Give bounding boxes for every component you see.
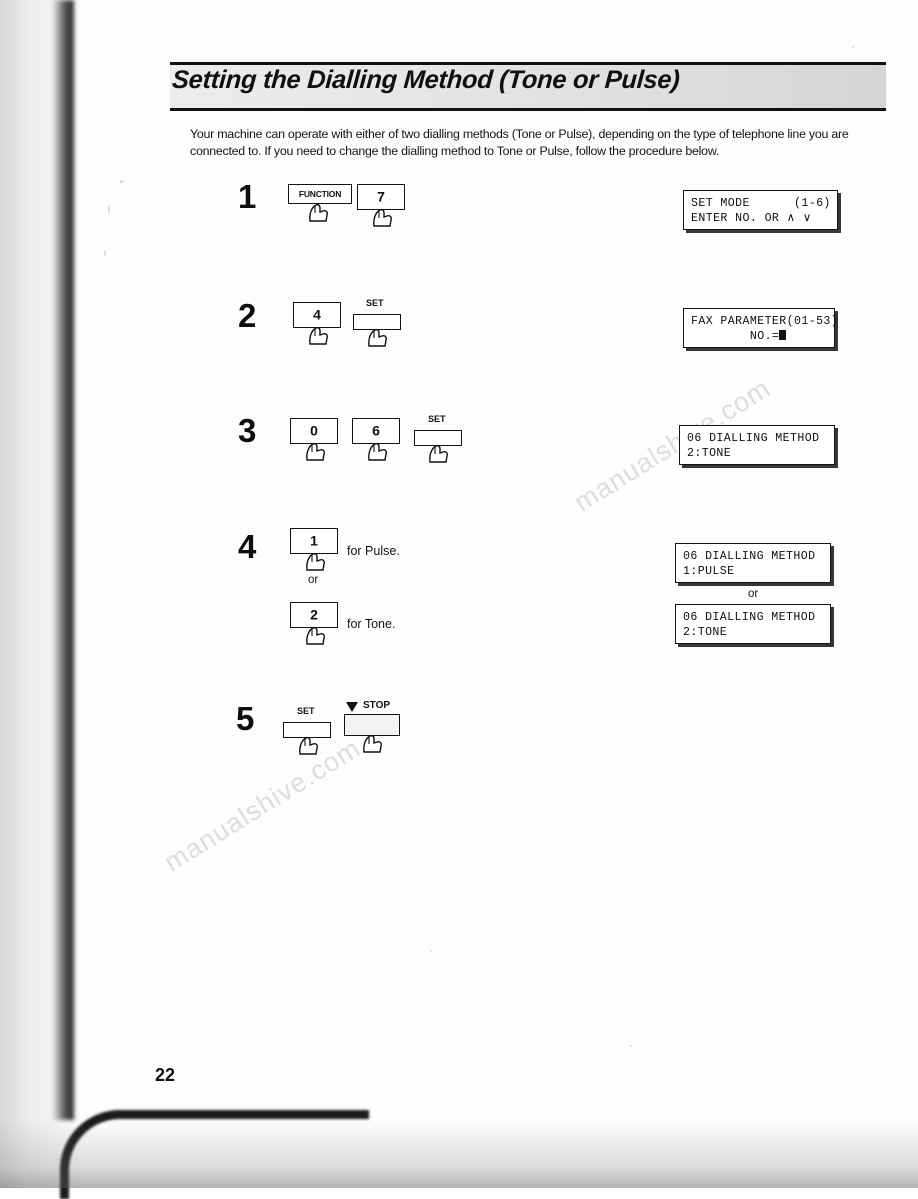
lcd-line-2: 1:PULSE [683,565,735,578]
step-number-1: 1 [238,178,257,215]
step-number-2: 2 [238,297,257,334]
cursor-block [779,330,787,340]
set-key-label: SET [428,414,446,424]
numeric-key-1-label: 1 [310,532,318,549]
scan-speck [108,205,110,214]
numeric-key-0-label: 0 [310,422,318,439]
title-rule-top [170,62,886,65]
scan-speck [852,46,854,48]
hand-pointer-icon [426,442,452,466]
step-number-5: 5 [236,700,255,737]
scanned-page: manualshive.com manualshive.com Setting … [0,0,918,1199]
caption-for-pulse: for Pulse. [347,544,400,558]
lcd-line-2: ENTER NO. OR ∧ ∨ [691,212,812,225]
function-key-label: FUNCTION [298,189,342,199]
hand-pointer-icon [360,732,386,756]
page-title: Setting the Dialling Method (Tone or Pul… [171,66,681,94]
lcd-line-2: 2:TONE [687,447,732,460]
lcd-line-1: 06 DIALLING METHOD [687,432,820,445]
lcd-display-step-4-tone: 06 DIALLING METHOD 2:TONE [675,604,831,644]
hand-pointer-icon [303,624,329,648]
hand-pointer-icon [306,201,332,225]
caption-for-tone: for Tone. [347,617,396,631]
title-rule-bottom [170,108,886,111]
set-key-label: SET [297,706,315,716]
stop-icon [344,700,360,719]
page-number: 22 [155,1065,176,1085]
hand-pointer-icon [303,440,329,464]
or-label-displays: or [748,588,759,600]
hand-pointer-icon [296,734,322,758]
hand-pointer-icon [370,206,396,230]
lcd-display-step-3: 06 DIALLING METHOD 2:TONE [679,425,835,465]
page-edge-shadow-bottom [0,1120,918,1188]
page-binding-shadow [52,0,74,1120]
hand-pointer-icon [365,440,391,464]
lcd-line-2: 2:TONE [683,626,728,639]
or-label-keys: or [308,574,319,586]
lcd-display-step-4-pulse: 06 DIALLING METHOD 1:PULSE [675,543,831,583]
lcd-line-2: NO.= [691,329,827,344]
lcd-line-1: FAX PARAMETER(01-53) [691,315,839,328]
lcd-line-1: 06 DIALLING METHOD [683,611,816,624]
lcd-display-step-1: SET MODE (1-6) ENTER NO. OR ∧ ∨ [683,190,838,230]
lcd-line-1: 06 DIALLING METHOD [683,550,816,563]
stop-key-label: STOP [363,700,391,711]
hand-pointer-icon [306,324,332,348]
numeric-key-6-label: 6 [372,422,380,439]
numeric-key-7-label: 7 [377,188,385,205]
lcd-display-step-2: FAX PARAMETER(01-53) NO.= [683,308,839,348]
intro-paragraph: Your machine can operate with either of … [190,127,849,158]
hand-pointer-icon [303,550,329,574]
scan-speck [104,250,106,256]
numeric-key-4-label: 4 [313,306,321,323]
scan-speck [120,180,123,183]
set-key-label: SET [366,298,384,308]
watermark-text: manualshive.com [158,732,366,878]
hand-pointer-icon [365,326,391,350]
scan-speck [630,1045,632,1047]
lcd-line-1: SET MODE (1-6) [691,197,831,210]
numeric-key-2-label: 2 [310,606,318,623]
scan-speck [430,950,432,952]
step-number-3: 3 [238,412,257,449]
step-number-4: 4 [238,528,257,565]
